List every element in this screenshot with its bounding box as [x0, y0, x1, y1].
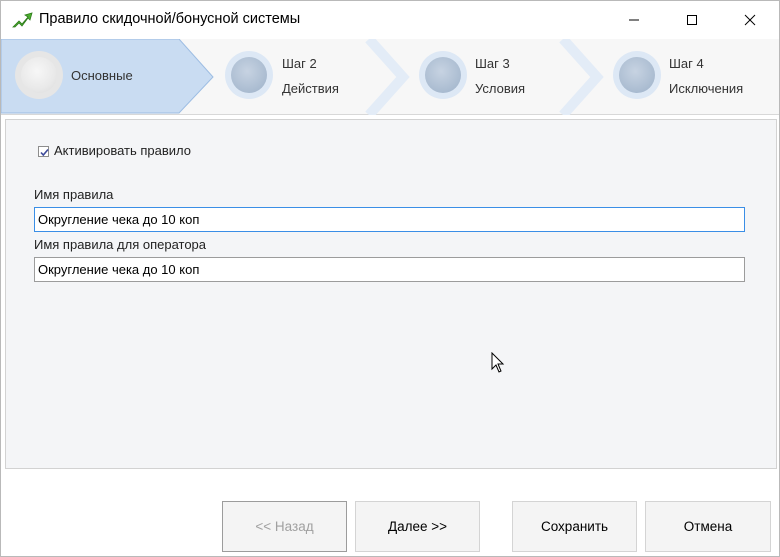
form-panel: Активировать правило Имя правила Имя пра…	[5, 119, 777, 469]
maximize-button[interactable]	[663, 1, 721, 39]
step-4[interactable]: Шаг 4 Исключения	[599, 39, 779, 115]
step-circle-icon	[225, 51, 273, 99]
step-2-sublabel: Действия	[282, 81, 339, 96]
title-bar: Правило скидочной/бонусной системы	[1, 1, 779, 39]
next-button[interactable]: Далее >>	[355, 501, 480, 552]
mouse-cursor-icon	[491, 352, 505, 373]
step-3-sublabel: Условия	[475, 81, 526, 96]
rule-name-label: Имя правила	[34, 187, 114, 202]
step-2-label: Шаг 2	[282, 56, 317, 71]
operator-name-input[interactable]	[34, 257, 745, 282]
step-2[interactable]: Шаг 2 Действия	[211, 39, 401, 115]
step-circle-icon	[613, 51, 661, 99]
step-4-label: Шаг 4	[669, 56, 704, 71]
back-button[interactable]: << Назад	[222, 501, 347, 552]
step-circle-icon	[419, 51, 467, 99]
step-3-label: Шаг 3	[475, 56, 510, 71]
wizard-steps: Основные Шаг 2 Действия Шаг 3 Условия Ша…	[1, 39, 779, 115]
close-icon	[744, 14, 756, 26]
maximize-icon	[687, 15, 697, 25]
cancel-button[interactable]: Отмена	[645, 501, 771, 552]
activate-checkbox[interactable]	[38, 146, 49, 157]
step-main[interactable]: Основные	[1, 39, 211, 115]
step-main-label: Основные	[71, 68, 133, 83]
step-3[interactable]: Шаг 3 Условия	[405, 39, 595, 115]
window-title: Правило скидочной/бонусной системы	[39, 11, 301, 27]
save-button[interactable]: Сохранить	[512, 501, 637, 552]
minimize-icon	[629, 19, 639, 21]
operator-name-label: Имя правила для оператора	[34, 237, 207, 252]
minimize-button[interactable]	[605, 1, 663, 39]
step-circle-icon	[15, 51, 63, 99]
close-button[interactable]	[721, 1, 779, 39]
checkmark-icon	[40, 148, 49, 157]
green-arrow-icon	[11, 10, 33, 30]
step-4-sublabel: Исключения	[669, 81, 744, 96]
rule-name-input[interactable]	[34, 207, 745, 232]
activate-label: Активировать правило	[54, 143, 192, 158]
dialog-window: Правило скидочной/бонусной системы Основ…	[0, 0, 780, 557]
